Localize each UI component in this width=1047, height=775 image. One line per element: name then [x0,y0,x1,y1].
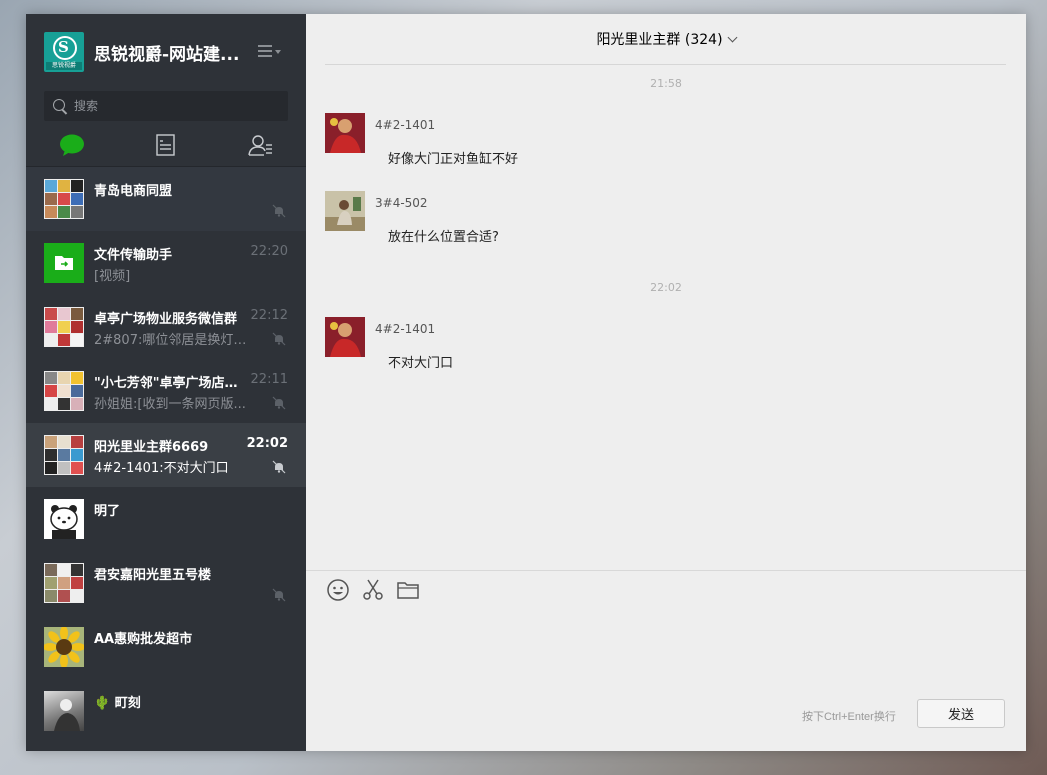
profile: S 思锐视爵 思锐视爵-网站建... [44,32,249,72]
chat-item[interactable]: 文件传输助手 [视频] 22:20 [26,231,306,295]
sidebar: S 思锐视爵 思锐视爵-网站建... 搜索 青岛电商同盟 文件传输助手 [视频]… [26,14,306,751]
chat-item[interactable]: AA惠购批发超市 [26,615,306,679]
chat-time: 22:20 [250,244,288,259]
conversation-title-button[interactable]: 阳光里业主群 (324) [596,14,737,66]
chat-name: 🌵 町刻 [94,696,141,711]
chat-time: 22:12 [250,308,288,323]
group-avatar [44,307,84,347]
chat-item[interactable]: 青岛电商同盟 [26,167,306,231]
contact-avatar [44,627,84,667]
message-text[interactable]: 放在什么位置合适? [388,226,499,245]
message-input[interactable] [326,614,1010,698]
search-box[interactable] [44,91,288,121]
file-transfer-avatar [44,243,84,283]
chat-name: 君安嘉阳光里五号楼 [94,568,212,583]
sunflower-avatar-icon [44,627,84,667]
bear-avatar-icon [44,499,84,539]
sender-name: 4#2-1401 [375,322,436,336]
chat-bubble-icon [60,134,84,156]
photo-avatar-icon [325,317,365,357]
contacts-icon [248,135,272,156]
search-icon [52,98,68,114]
chat-preview: 4#2-1401:不对大门口 [94,461,229,476]
folder-transfer-icon [55,256,73,270]
tab-chats[interactable] [52,132,92,162]
photo-avatar-icon [325,191,365,231]
nav-tabs [26,132,306,167]
logo-text: 思锐视爵 [46,62,82,70]
sender-avatar[interactable] [325,113,365,153]
chat-list: 青岛电商同盟 文件传输助手 [视频] 22:20 卓亭广场物业服务微信群 2#8… [26,167,306,743]
message-text[interactable]: 好像大门正对鱼缸不好 [388,148,518,167]
chat-preview: [视频] [94,269,131,284]
chat-item[interactable]: 君安嘉阳光里五号楼 [26,551,306,615]
mute-bell-icon [272,460,286,474]
wechat-window: S 思锐视爵 思锐视爵-网站建... 搜索 青岛电商同盟 文件传输助手 [视频]… [26,14,1026,751]
sender-name: 3#4-502 [375,196,428,210]
chat-item[interactable]: 明了 [26,487,306,551]
mute-bell-icon [272,332,286,346]
composer-toolbar [326,578,420,602]
chat-item[interactable]: "小七芳邻"卓亭广场店测试 孙姐姐:[收到一条网页版... 22:11 [26,359,306,423]
menu-icon[interactable] [258,44,282,60]
chat-name: "小七芳邻"卓亭广场店测试 [94,376,244,391]
scissors-icon[interactable] [361,578,385,602]
emoji-icon[interactable] [326,578,350,602]
chat-name: AA惠购批发超市 [94,632,193,647]
send-hint: 按下Ctrl+Enter换行 [802,711,896,723]
group-avatar [44,179,84,219]
chat-item[interactable]: 卓亭广场物业服务微信群 2#807:哪位邻居是换灯泡... 22:12 [26,295,306,359]
group-avatar [44,435,84,475]
contact-avatar [44,691,84,731]
sender-avatar[interactable] [325,191,365,231]
tab-contacts[interactable] [240,132,280,162]
chat-name: 明了 [94,504,121,519]
article-icon [156,134,175,156]
composer-divider [306,570,1026,571]
conversation-title: 阳光里业主群 (324) [596,32,723,48]
folder-icon[interactable] [396,578,420,602]
chat-preview: 2#807:哪位邻居是换灯泡... [94,333,254,348]
conversation-panel: 阳光里业主群 (324) 21:58 4#2-1401 好像大门正对鱼缸不好 3… [306,14,1026,751]
time-divider: 21:58 [650,77,682,90]
photo-avatar-icon [54,699,80,731]
search-input[interactable] [72,98,276,114]
group-avatar [44,371,84,411]
chat-time: 22:02 [246,436,288,451]
chat-time: 22:11 [250,372,288,387]
photo-avatar-icon [325,113,365,153]
group-avatar [44,563,84,603]
header-divider [325,64,1006,65]
message-text[interactable]: 不对大门口 [388,352,453,371]
chat-name: 文件传输助手 [94,248,173,263]
send-button[interactable]: 发送 [917,699,1005,728]
chat-name: 阳光里业主群6669 [94,440,209,455]
chat-preview: 孙姐姐:[收到一条网页版... [94,397,246,412]
mute-bell-icon [272,588,286,602]
profile-nickname: 思锐视爵-网站建... [94,44,240,65]
conversation-header: 阳光里业主群 (324) [306,14,1026,64]
mute-bell-icon [272,204,286,218]
time-divider: 22:02 [650,281,682,294]
chevron-down-icon [727,32,737,43]
chat-item[interactable]: 🌵 町刻 [26,679,306,743]
contact-avatar [44,499,84,539]
sender-avatar[interactable] [325,317,365,357]
chat-name: 青岛电商同盟 [94,184,173,199]
mute-bell-icon [272,396,286,410]
sender-name: 4#2-1401 [375,118,436,132]
chat-item-active[interactable]: 阳光里业主群6669 4#2-1401:不对大门口 22:02 [26,423,306,487]
profile-avatar[interactable]: S 思锐视爵 [44,32,84,72]
chat-name: 卓亭广场物业服务微信群 [94,312,238,327]
tab-articles[interactable] [145,132,185,162]
